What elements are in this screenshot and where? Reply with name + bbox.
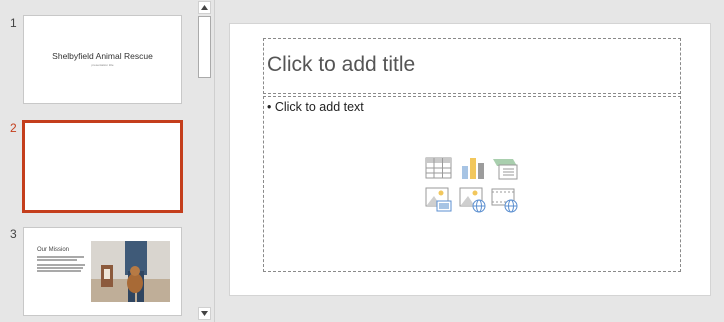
thumbnail-3-text-line <box>37 264 85 266</box>
pane-divider[interactable] <box>214 0 215 322</box>
title-placeholder-text: Click to add title <box>267 53 416 76</box>
content-icon-group <box>425 154 521 218</box>
arrow-down-icon <box>201 311 208 316</box>
insert-online-picture-icon[interactable] <box>459 186 487 214</box>
thumbnail-3-text-line <box>37 259 77 261</box>
scrollbar-thumb[interactable] <box>198 16 211 78</box>
slide-thumbnail-1[interactable]: Shelbyfield Animal Rescue presentation t… <box>23 15 182 104</box>
insert-chart-icon[interactable] <box>459 154 487 182</box>
scroll-down-button[interactable] <box>198 307 211 320</box>
scroll-up-button[interactable] <box>198 1 211 14</box>
slide-number-1: 1 <box>10 16 17 30</box>
insert-picture-icon[interactable] <box>425 186 453 214</box>
thumbnail-3-title: Our Mission <box>37 247 70 253</box>
thumbnail-3-text-line <box>37 270 81 272</box>
slide-thumbnail-pane: 1 Shelbyfield Animal Rescue presentation… <box>0 0 196 322</box>
slide-number-3: 3 <box>10 227 17 241</box>
insert-smartart-icon[interactable] <box>491 154 519 182</box>
thumbnail-scrollbar[interactable] <box>196 0 213 322</box>
thumbnail-3-photo <box>91 241 170 302</box>
thumbnail-3-text-line <box>37 267 83 269</box>
thumbnail-1-subtitle: presentation title <box>91 63 114 67</box>
slide-thumbnail-3[interactable]: Our Mission <box>23 227 182 316</box>
thumbnail-1-title: Shelbyfield Animal Rescue <box>52 51 153 61</box>
content-placeholder[interactable]: • Click to add text <box>263 96 681 272</box>
arrow-up-icon <box>201 5 208 10</box>
insert-video-icon[interactable] <box>491 186 519 214</box>
title-placeholder[interactable]: Click to add title <box>263 38 681 94</box>
insert-table-icon[interactable] <box>425 154 453 182</box>
slide-thumbnail-2[interactable] <box>22 120 183 213</box>
slide-canvas: Click to add title • Click to add text <box>229 23 711 296</box>
slide-number-2: 2 <box>10 121 17 135</box>
content-placeholder-text: • Click to add text <box>267 100 364 114</box>
thumbnail-3-text-line <box>37 256 84 258</box>
